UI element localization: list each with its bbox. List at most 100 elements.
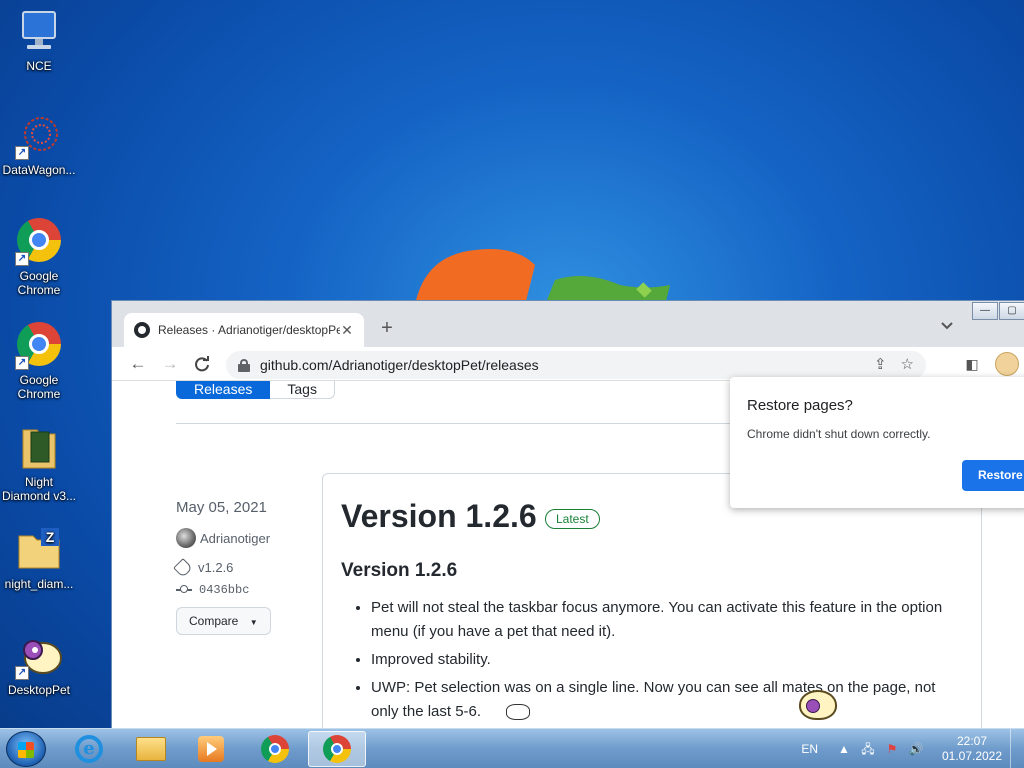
release-card: Version 1.2.6 Latest Version 1.2.6 Pet w… <box>322 473 982 729</box>
release-note-item: Improved stability. <box>371 648 963 672</box>
author-name: Adrianotiger <box>200 530 271 546</box>
popup-title: Restore pages? <box>747 397 853 414</box>
release-author[interactable]: Adrianotiger <box>176 528 271 548</box>
taskbar: e EN ▲ 🖧 ⚑ 🔊 22:07 01.07.2022 <box>0 728 1024 768</box>
title-bar: Releases · Adrianotiger/desktopPet ✕ + —… <box>112 301 1024 347</box>
volume-icon[interactable]: 🔊 <box>908 742 924 756</box>
system-tray: EN ▲ 🖧 ⚑ 🔊 22:07 01.07.2022 <box>801 729 1024 768</box>
release-note-item: Pet will not steal the taskbar focus any… <box>371 596 963 644</box>
chrome-icon <box>323 735 351 763</box>
internet-explorer-icon: e <box>75 735 103 763</box>
sheep-icon: ↗ <box>15 632 63 680</box>
side-panel-icon[interactable]: ◧ <box>960 352 984 376</box>
tab-close-button[interactable]: ✕ <box>340 322 354 339</box>
desktop-icon-datawagon[interactable]: ↗ DataWagon... <box>0 112 78 177</box>
desktop-pet-sheep[interactable] <box>799 690 837 720</box>
language-indicator[interactable]: EN <box>801 742 818 756</box>
clock[interactable]: 22:07 01.07.2022 <box>938 734 1006 764</box>
reload-button[interactable] <box>190 352 214 376</box>
desktop-icon-night-diamond[interactable]: Night Diamond v3... <box>0 424 78 503</box>
release-notes-list: Pet will not steal the taskbar focus any… <box>353 596 963 728</box>
restore-button[interactable]: Restore <box>962 460 1024 491</box>
desktop-icon-label: Night Diamond v3... <box>1 475 77 503</box>
window-controls: — ▢ <box>971 302 1024 320</box>
folder-icon <box>15 424 63 472</box>
tag-icon <box>173 557 193 578</box>
back-button[interactable]: ← <box>126 352 150 376</box>
sheep-face-icon <box>806 699 820 713</box>
desktop-icon-label: NCE <box>26 59 52 73</box>
taskbar-media-center[interactable] <box>182 731 240 767</box>
svg-text:Z: Z <box>46 529 55 545</box>
desktop-icon-nce[interactable]: NCE <box>0 8 78 73</box>
tab-tags-nav[interactable]: Tags <box>270 381 335 399</box>
tab-releases[interactable]: Releases · Adrianotiger/desktopPet ✕ <box>124 313 364 347</box>
address-bar[interactable]: github.com/Adrianotiger/desktopPet/relea… <box>226 351 926 379</box>
desktop-icon-google-chrome-2[interactable]: ↗ Google Chrome <box>0 320 78 401</box>
desktop-icon-desktoppet[interactable]: ↗ DesktopPet <box>0 632 78 697</box>
chrome-window: Releases · Adrianotiger/desktopPet ✕ + —… <box>111 300 1024 729</box>
minimize-button[interactable]: — <box>972 302 998 320</box>
action-center-flag-icon[interactable]: ⚑ <box>884 742 900 756</box>
desktop-icon-label: DataWagon... <box>2 163 76 177</box>
github-icon <box>134 322 150 338</box>
divider <box>176 423 736 424</box>
tab-releases-nav[interactable]: Releases <box>176 381 271 399</box>
chrome-icon <box>261 735 289 763</box>
zip-folder-icon: Z <box>15 526 63 574</box>
computer-icon <box>15 8 63 56</box>
forward-button[interactable]: → <box>158 352 182 376</box>
shortcut-arrow-icon: ↗ <box>15 252 29 266</box>
taskbar-internet-explorer[interactable]: e <box>60 731 118 767</box>
desktop-icon-night-diam-zip[interactable]: Z night_diam... <box>0 526 78 591</box>
tab-title: Releases · Adrianotiger/desktopPet <box>158 323 340 337</box>
url-text: github.com/Adrianotiger/desktopPet/relea… <box>260 357 539 373</box>
windows-explorer-icon <box>136 737 166 761</box>
taskbar-windows-explorer[interactable] <box>122 731 180 767</box>
show-desktop-button[interactable] <box>1010 729 1024 768</box>
release-commit[interactable]: 0436bbc <box>176 583 271 597</box>
caret-down-icon: ▼ <box>249 618 258 627</box>
commit-hash: 0436bbc <box>199 583 250 597</box>
windows-flag-icon <box>18 742 34 758</box>
bookmark-star-icon[interactable]: ☆ <box>901 355 914 373</box>
desktop-icon-label: Google Chrome <box>17 269 61 297</box>
restore-pages-popup: Restore pages? Chrome didn't shut down c… <box>730 377 1024 508</box>
compare-label: Compare <box>189 614 239 628</box>
latest-badge: Latest <box>545 509 600 529</box>
chrome-icon: ↗ <box>15 218 63 266</box>
release-tag[interactable]: v1.2.6 <box>173 557 271 578</box>
popup-message: Chrome didn't shut down correctly. <box>747 427 931 441</box>
shortcut-arrow-icon: ↗ <box>15 356 29 370</box>
profile-avatar[interactable] <box>995 352 1019 376</box>
chrome-icon: ↗ <box>15 322 63 370</box>
media-center-icon <box>198 736 224 762</box>
taskbar-chrome-active[interactable] <box>308 731 366 767</box>
browser-toolbar: ← → github.com/Adrianotiger/desktopPet/r… <box>112 347 1024 381</box>
releases-tags-nav: Releases Tags <box>176 381 335 399</box>
desktop-pet-cat[interactable] <box>506 704 530 720</box>
maximize-button[interactable]: ▢ <box>999 302 1024 320</box>
desktop-icon-label: Google Chrome <box>17 373 61 401</box>
release-subtitle: Version 1.2.6 <box>341 560 458 581</box>
shortcut-arrow-icon: ↗ <box>15 146 29 160</box>
compare-button[interactable]: Compare ▼ <box>176 607 271 635</box>
tab-search-button[interactable] <box>941 319 953 333</box>
desktop-icon-label: night_diam... <box>4 577 74 591</box>
network-icon[interactable]: 🖧 <box>860 742 876 756</box>
start-button[interactable] <box>6 731 46 767</box>
new-tab-button[interactable]: + <box>375 317 399 341</box>
datawagon-icon: ↗ <box>15 112 63 160</box>
tag-label: v1.2.6 <box>198 560 234 575</box>
release-date: May 05, 2021 <box>176 499 267 516</box>
share-icon[interactable]: ⇪ <box>874 355 887 373</box>
taskbar-chrome[interactable] <box>246 731 304 767</box>
desktop-icon-google-chrome-1[interactable]: ↗ Google Chrome <box>0 216 78 297</box>
windows-logo-wallpaper <box>415 249 670 305</box>
lock-icon <box>238 359 250 372</box>
commit-icon <box>176 585 192 593</box>
shortcut-arrow-icon: ↗ <box>15 666 29 680</box>
release-title[interactable]: Version 1.2.6 <box>341 498 537 535</box>
show-hidden-icons-arrow[interactable]: ▲ <box>836 742 852 756</box>
clock-date: 01.07.2022 <box>941 749 1003 763</box>
